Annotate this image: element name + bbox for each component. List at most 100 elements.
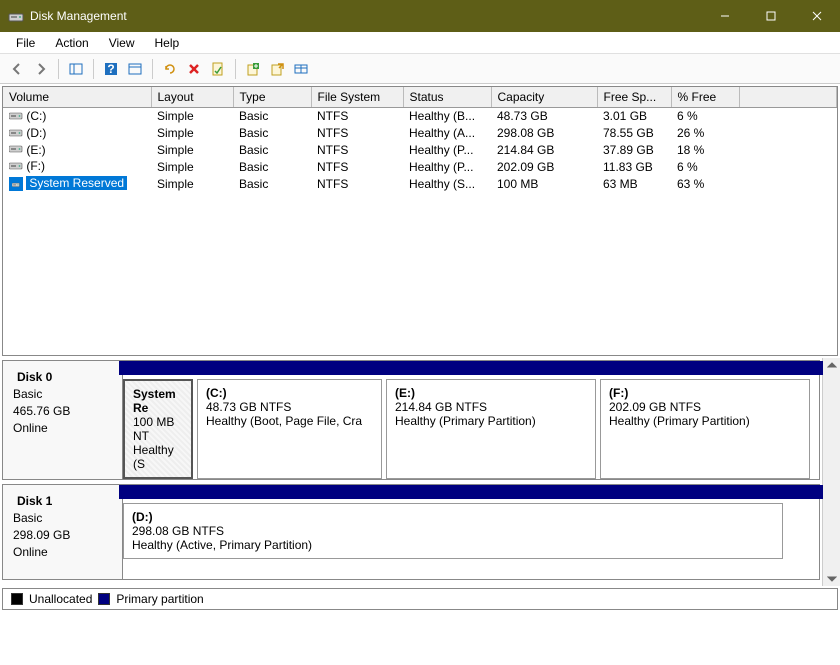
properties-icon[interactable] bbox=[207, 58, 229, 80]
partition[interactable]: (F:)202.09 GB NTFSHealthy (Primary Parti… bbox=[600, 379, 810, 479]
volume-fs: NTFS bbox=[311, 142, 403, 159]
volume-layout: Simple bbox=[151, 108, 233, 125]
volume-name: (D:) bbox=[26, 126, 46, 140]
scroll-up-icon[interactable] bbox=[827, 360, 837, 370]
disk-size: 298.09 GB bbox=[13, 527, 112, 544]
partition-label: (F:) bbox=[609, 386, 801, 400]
volume-name: System Reserved bbox=[26, 176, 127, 190]
table-row[interactable]: (C:)SimpleBasicNTFSHealthy (B...48.73 GB… bbox=[3, 108, 837, 125]
partition-detail: 214.84 GB NTFS bbox=[395, 400, 587, 414]
table-row[interactable]: (E:)SimpleBasicNTFSHealthy (P...214.84 G… bbox=[3, 142, 837, 159]
partition-detail: 48.73 GB NTFS bbox=[206, 400, 373, 414]
partition[interactable]: (D:)298.08 GB NTFSHealthy (Active, Prima… bbox=[123, 503, 783, 559]
maximize-button[interactable] bbox=[748, 0, 794, 32]
disk-size: 465.76 GB bbox=[13, 403, 112, 420]
volume-pctfree: 26 % bbox=[671, 125, 739, 142]
volume-free: 63 MB bbox=[597, 175, 671, 192]
volume-list[interactable]: Volume Layout Type File System Status Ca… bbox=[2, 86, 838, 356]
scroll-down-icon[interactable] bbox=[827, 574, 837, 584]
disk-name: Disk 1 bbox=[17, 494, 52, 508]
partition-detail: 202.09 GB NTFS bbox=[609, 400, 801, 414]
titlebar: Disk Management bbox=[0, 0, 840, 32]
col-filesystem[interactable]: File System bbox=[311, 87, 403, 108]
volume-pctfree: 6 % bbox=[671, 158, 739, 175]
volume-capacity: 214.84 GB bbox=[491, 142, 597, 159]
minimize-button[interactable] bbox=[702, 0, 748, 32]
menu-view[interactable]: View bbox=[99, 34, 145, 52]
volume-type: Basic bbox=[233, 158, 311, 175]
volume-layout: Simple bbox=[151, 175, 233, 192]
vertical-scrollbar[interactable] bbox=[822, 358, 840, 586]
partition-label: System Re bbox=[133, 387, 183, 415]
partition[interactable]: (C:)48.73 GB NTFSHealthy (Boot, Page Fil… bbox=[197, 379, 382, 479]
menu-help[interactable]: Help bbox=[145, 34, 190, 52]
disk-info: Disk 1Basic298.09 GBOnline bbox=[3, 485, 123, 579]
table-row[interactable]: System ReservedSimpleBasicNTFSHealthy (S… bbox=[3, 175, 837, 192]
volume-capacity: 100 MB bbox=[491, 175, 597, 192]
col-pctfree[interactable]: % Free bbox=[671, 87, 739, 108]
help-icon[interactable]: ? bbox=[100, 58, 122, 80]
col-volume[interactable]: Volume bbox=[3, 87, 151, 108]
col-capacity[interactable]: Capacity bbox=[491, 87, 597, 108]
settings-icon[interactable] bbox=[124, 58, 146, 80]
disk-type: Basic bbox=[13, 386, 112, 403]
disk-state: Online bbox=[13, 544, 112, 561]
disk-graphical-view[interactable]: Disk 0Basic465.76 GBOnlineSystem Re100 M… bbox=[2, 360, 820, 584]
col-layout[interactable]: Layout bbox=[151, 87, 233, 108]
volume-type: Basic bbox=[233, 175, 311, 192]
legend-label-primary: Primary partition bbox=[116, 592, 203, 606]
create-vhd-icon[interactable] bbox=[242, 58, 264, 80]
window-title: Disk Management bbox=[30, 9, 702, 23]
volume-free: 37.89 GB bbox=[597, 142, 671, 159]
menubar: File Action View Help bbox=[0, 32, 840, 54]
attach-vhd-icon[interactable] bbox=[266, 58, 288, 80]
disk-state: Online bbox=[13, 420, 112, 437]
menu-file[interactable]: File bbox=[6, 34, 45, 52]
disk-row[interactable]: Disk 0 Basic465.76 GBOnline System Re100 M… bbox=[2, 360, 820, 480]
volume-layout: Simple bbox=[151, 125, 233, 142]
volume-free: 3.01 GB bbox=[597, 108, 671, 125]
volume-layout: Simple bbox=[151, 142, 233, 159]
back-button[interactable] bbox=[6, 58, 28, 80]
show-hide-console-tree-icon[interactable] bbox=[65, 58, 87, 80]
volume-capacity: 298.08 GB bbox=[491, 125, 597, 142]
volume-pctfree: 6 % bbox=[671, 108, 739, 125]
partition-stripe bbox=[119, 485, 823, 499]
table-row[interactable]: (D:)SimpleBasicNTFSHealthy (A...298.08 G… bbox=[3, 125, 837, 142]
partition[interactable]: (E:)214.84 GB NTFSHealthy (Primary Parti… bbox=[386, 379, 596, 479]
volume-capacity: 48.73 GB bbox=[491, 108, 597, 125]
partition-health: Healthy (Primary Partition) bbox=[395, 414, 587, 428]
volume-layout: Simple bbox=[151, 158, 233, 175]
disk-row[interactable]: Disk 1Basic298.09 GBOnline(D:)298.08 GB … bbox=[2, 484, 820, 580]
col-type[interactable]: Type bbox=[233, 87, 311, 108]
col-status[interactable]: Status bbox=[403, 87, 491, 108]
more-actions-icon[interactable] bbox=[290, 58, 312, 80]
volume-name: (C:) bbox=[26, 109, 46, 123]
partition[interactable]: System Re100 MB NTHealthy (S bbox=[123, 379, 193, 479]
legend-swatch-unallocated bbox=[11, 593, 23, 605]
forward-button[interactable] bbox=[30, 58, 52, 80]
partition-detail: 100 MB NT bbox=[133, 415, 183, 443]
delete-icon[interactable] bbox=[183, 58, 205, 80]
disk-info: Disk 0 Basic465.76 GBOnline bbox=[3, 361, 123, 479]
disk-management-icon bbox=[8, 8, 24, 24]
legend-label-unallocated: Unallocated bbox=[29, 592, 92, 606]
partition-health: Healthy (Active, Primary Partition) bbox=[132, 538, 774, 552]
volume-status: Healthy (P... bbox=[403, 158, 491, 175]
legend-swatch-primary bbox=[98, 593, 110, 605]
col-freespace[interactable]: Free Sp... bbox=[597, 87, 671, 108]
refresh-icon[interactable] bbox=[159, 58, 181, 80]
menu-action[interactable]: Action bbox=[45, 34, 98, 52]
table-header-row[interactable]: Volume Layout Type File System Status Ca… bbox=[3, 87, 837, 108]
partition-health: Healthy (S bbox=[133, 443, 183, 471]
volume-type: Basic bbox=[233, 108, 311, 125]
volume-status: Healthy (B... bbox=[403, 108, 491, 125]
volume-fs: NTFS bbox=[311, 175, 403, 192]
partition-stripe bbox=[119, 361, 823, 375]
disk-name: Disk 0 bbox=[17, 370, 52, 384]
volume-type: Basic bbox=[233, 142, 311, 159]
close-button[interactable] bbox=[794, 0, 840, 32]
table-row[interactable]: (F:)SimpleBasicNTFSHealthy (P...202.09 G… bbox=[3, 158, 837, 175]
partition-health: Healthy (Boot, Page File, Cra bbox=[206, 414, 373, 428]
partition-detail: 298.08 GB NTFS bbox=[132, 524, 774, 538]
